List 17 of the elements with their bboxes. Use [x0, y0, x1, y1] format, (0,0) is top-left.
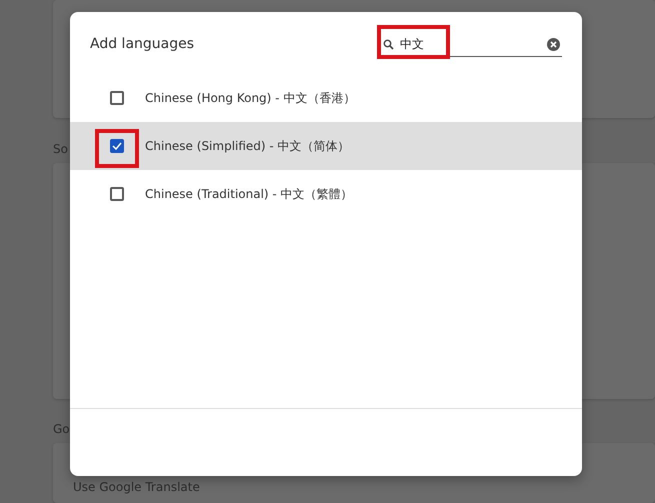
- language-row[interactable]: Chinese (Traditional) - 中文（繁體）: [70, 170, 582, 218]
- checkbox[interactable]: [110, 91, 124, 105]
- language-label: Chinese (Hong Kong) - 中文（香港）: [145, 90, 356, 106]
- language-label: Chinese (Traditional) - 中文（繁體）: [145, 186, 353, 202]
- search-icon: [383, 39, 394, 50]
- checkbox[interactable]: [110, 187, 124, 201]
- language-row[interactable]: Chinese (Hong Kong) - 中文（香港）: [70, 74, 582, 122]
- search-field[interactable]: 中文: [400, 38, 540, 52]
- section-label: Go: [53, 422, 70, 436]
- language-row[interactable]: Chinese (Simplified) - 中文（简体）: [70, 122, 582, 170]
- section-label: So: [53, 142, 68, 156]
- setting-label: Use Google Translate: [73, 480, 200, 494]
- checkbox[interactable]: [110, 139, 124, 153]
- dialog-title: Add languages: [90, 36, 194, 52]
- clear-icon[interactable]: [547, 38, 560, 51]
- checkmark-icon: [112, 142, 122, 150]
- language-label: Chinese (Simplified) - 中文（简体）: [145, 138, 350, 154]
